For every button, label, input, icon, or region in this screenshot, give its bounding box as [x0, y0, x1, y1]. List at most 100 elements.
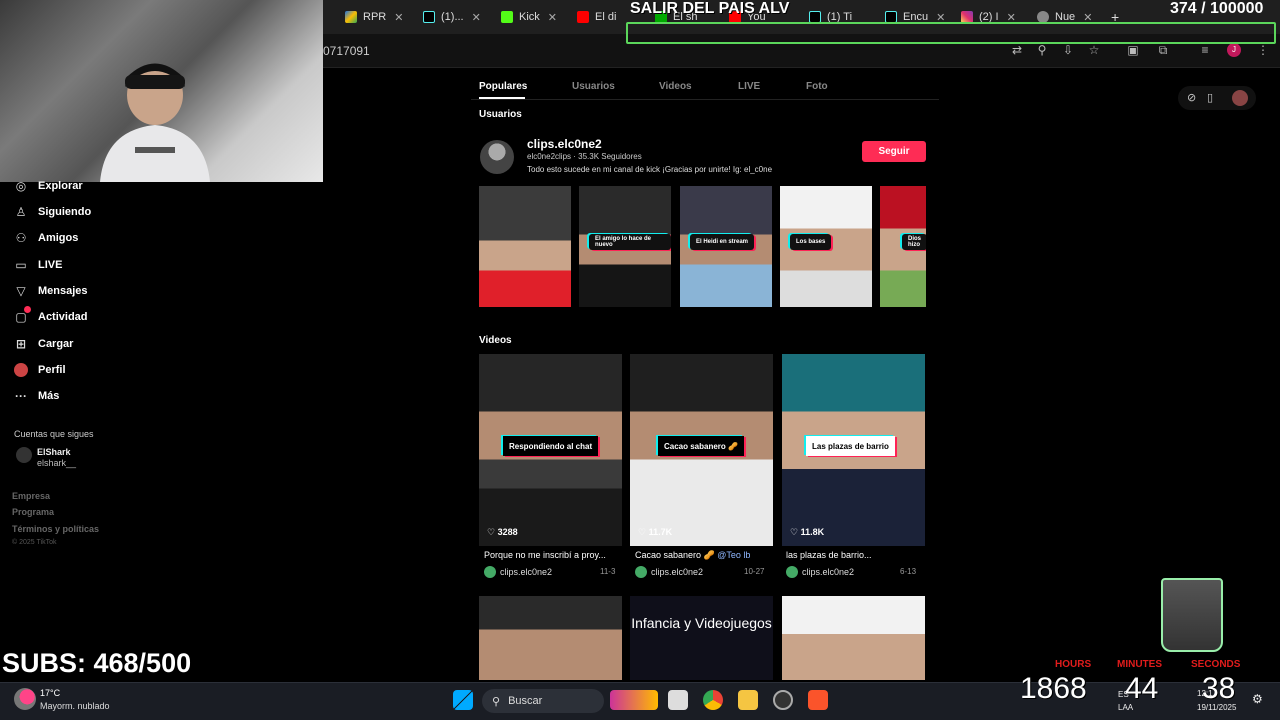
obs-icon[interactable] — [773, 690, 793, 710]
brave-icon[interactable] — [808, 690, 828, 710]
tab-videos[interactable]: Videos — [659, 81, 692, 92]
sidebar-item-live[interactable]: ▭ LIVE — [14, 258, 62, 272]
file-explorer-icon[interactable] — [738, 690, 758, 710]
video-caption-text: Infancia y Videojuegos — [631, 615, 772, 631]
avatar-icon[interactable] — [1232, 90, 1248, 106]
tab-usuarios[interactable]: Usuarios — [572, 81, 615, 92]
video-caption-sticker: Cacao sabanero 🥜 — [658, 436, 744, 456]
close-icon[interactable]: ✕ — [394, 11, 403, 24]
chrome-icon[interactable] — [703, 690, 723, 710]
sidebar-item-label: Actividad — [38, 311, 88, 323]
browser-tab[interactable]: (1)... ✕ — [423, 6, 489, 28]
tab-live[interactable]: LIVE — [738, 81, 760, 92]
user-name[interactable]: clips.elc0ne2 — [527, 137, 602, 151]
video-author-name: clips.elc0ne2 — [651, 567, 704, 577]
zoom-icon[interactable]: ⚲ — [1035, 43, 1049, 57]
sidebar-item-actividad[interactable]: ▢ Actividad — [14, 306, 88, 324]
weather-description[interactable]: Mayorm. nublado — [40, 701, 110, 711]
follow-button[interactable]: Seguir — [862, 141, 926, 162]
video-card[interactable]: Infancia y Videojuegos — [630, 596, 773, 680]
weather-temperature[interactable]: 17°C — [40, 688, 60, 698]
sidebar-item-label: Cargar — [38, 338, 74, 350]
playlist-icon[interactable]: ≡ — [1198, 43, 1212, 57]
sidebar-item-siguiendo[interactable]: ♙ Siguiendo — [14, 205, 92, 219]
video-date: 10-27 — [744, 567, 765, 576]
translate-icon[interactable]: ⇄ — [1010, 43, 1024, 57]
sidebar-item-mensajes[interactable]: ▽ Mensajes — [14, 284, 87, 298]
sidebar-item-label: Más — [38, 390, 60, 402]
video-caption-sticker: Respondiendo al chat — [503, 436, 599, 456]
sidebar-item-label: Perfil — [38, 364, 66, 376]
user-video-thumb[interactable]: El Heidi en stream — [680, 186, 772, 307]
user-bio: Todo esto sucede en mi canal de kick ¡Gr… — [527, 165, 773, 174]
task-view-icon[interactable] — [668, 690, 688, 710]
footer-link-program[interactable]: Programa — [12, 507, 54, 517]
notifications-icon[interactable]: ⚙ — [1252, 692, 1263, 706]
footer-link-terms[interactable]: Términos y políticas — [12, 524, 99, 534]
video-author[interactable]: clips.elc0ne2 — [484, 566, 552, 578]
video-card[interactable]: Las plazas de barrio ♡ 11.8K — [782, 354, 925, 546]
settings-icon[interactable]: ⊘ — [1187, 91, 1196, 104]
tab-populares[interactable]: Populares — [479, 81, 527, 92]
url-text[interactable]: 0717091 — [323, 44, 370, 58]
browser-tab[interactable]: RPR ✕ — [345, 6, 413, 28]
video-likes-count: 3288 — [497, 527, 518, 537]
video-card[interactable] — [782, 596, 925, 680]
thumb-sticker: El amigo lo hace de nuevo — [589, 234, 671, 250]
close-icon[interactable]: ✕ — [548, 11, 557, 24]
extensions-icon[interactable]: ⧉ — [1156, 43, 1170, 57]
screenshot-icon[interactable]: ▣ — [1126, 43, 1140, 57]
browser-tab[interactable]: Kick ✕ — [501, 6, 567, 28]
video-title[interactable]: Porque no me inscribí a proy... — [484, 550, 606, 560]
sidebar-item-perfil[interactable]: Perfil — [14, 363, 66, 377]
sidebar-item-amigos[interactable]: ⚇ Amigos — [14, 231, 79, 245]
sidebar-item-cargar[interactable]: ⊞ Cargar — [14, 337, 74, 351]
user-stats: elc0ne2clips · 35.3K Seguidores — [527, 152, 642, 161]
install-icon[interactable]: ⇩ — [1061, 43, 1075, 57]
weather-icon[interactable] — [14, 688, 36, 710]
person-icon: ♙ — [15, 205, 27, 219]
widget-banner-icon[interactable] — [610, 690, 658, 710]
active-tab-indicator — [479, 97, 525, 99]
video-card[interactable]: Respondiendo al chat ♡ 3288 — [479, 354, 622, 546]
following-account-name[interactable]: ElShark — [37, 447, 71, 457]
following-section-title: Cuentas que sigues — [14, 429, 94, 439]
youtube-icon — [577, 11, 589, 23]
video-title[interactable]: las plazas de barrio... — [786, 550, 872, 560]
goal-banner: SALIR DEL PAIS ALV — [630, 0, 790, 17]
thumb-sticker: Los bases — [790, 234, 832, 250]
browser-tab-label: El di — [595, 11, 617, 23]
footer-link-company[interactable]: Empresa — [12, 491, 50, 501]
user-video-thumb[interactable]: Dios hizo — [880, 186, 926, 307]
profile-avatar-icon[interactable]: J — [1227, 43, 1241, 57]
thumb-sticker: Dios hizo — [902, 234, 926, 250]
tab-foto[interactable]: Foto — [806, 81, 828, 92]
video-author[interactable]: clips.elc0ne2 — [786, 566, 854, 578]
timer-hours: 1868 — [1020, 672, 1087, 705]
user-video-thumb[interactable] — [479, 186, 571, 307]
avatar[interactable] — [16, 447, 32, 463]
taskbar-search[interactable]: ⚲ Buscar — [482, 689, 604, 713]
menu-kebab-icon[interactable]: ⋮ — [1256, 43, 1270, 57]
sidebar-item-explorar[interactable]: ◎ Explorar — [14, 179, 83, 193]
user-avatar[interactable] — [480, 140, 514, 174]
close-icon[interactable]: ✕ — [472, 11, 481, 24]
video-caption-sticker: Las plazas de barrio — [806, 436, 895, 456]
user-video-thumb[interactable]: El amigo lo hace de nuevo — [579, 186, 671, 307]
video-date: 11-3 — [600, 567, 616, 576]
friends-icon: ⚇ — [15, 231, 27, 245]
browser-tab-label: (1)... — [441, 11, 464, 23]
video-card[interactable]: Cacao sabanero 🥜 ♡ 11.7K — [630, 354, 773, 546]
sidebar-item-label: Explorar — [38, 180, 83, 192]
device-icon[interactable]: ▯ — [1207, 91, 1213, 104]
following-account-handle[interactable]: elshark__ — [37, 458, 76, 468]
video-card[interactable] — [479, 596, 622, 680]
video-title[interactable]: Cacao sabanero 🥜 @Teo lb — [635, 550, 750, 561]
video-author[interactable]: clips.elc0ne2 — [635, 566, 703, 578]
video-title-mention[interactable]: @Teo lb — [717, 550, 750, 560]
user-video-thumb[interactable]: Los bases — [780, 186, 872, 307]
windows-start-icon[interactable] — [453, 690, 473, 710]
bookmark-star-icon[interactable]: ☆ — [1087, 43, 1101, 57]
video-date: 6-13 — [900, 567, 917, 576]
sidebar-item-mas[interactable]: ··· Más — [14, 389, 59, 403]
